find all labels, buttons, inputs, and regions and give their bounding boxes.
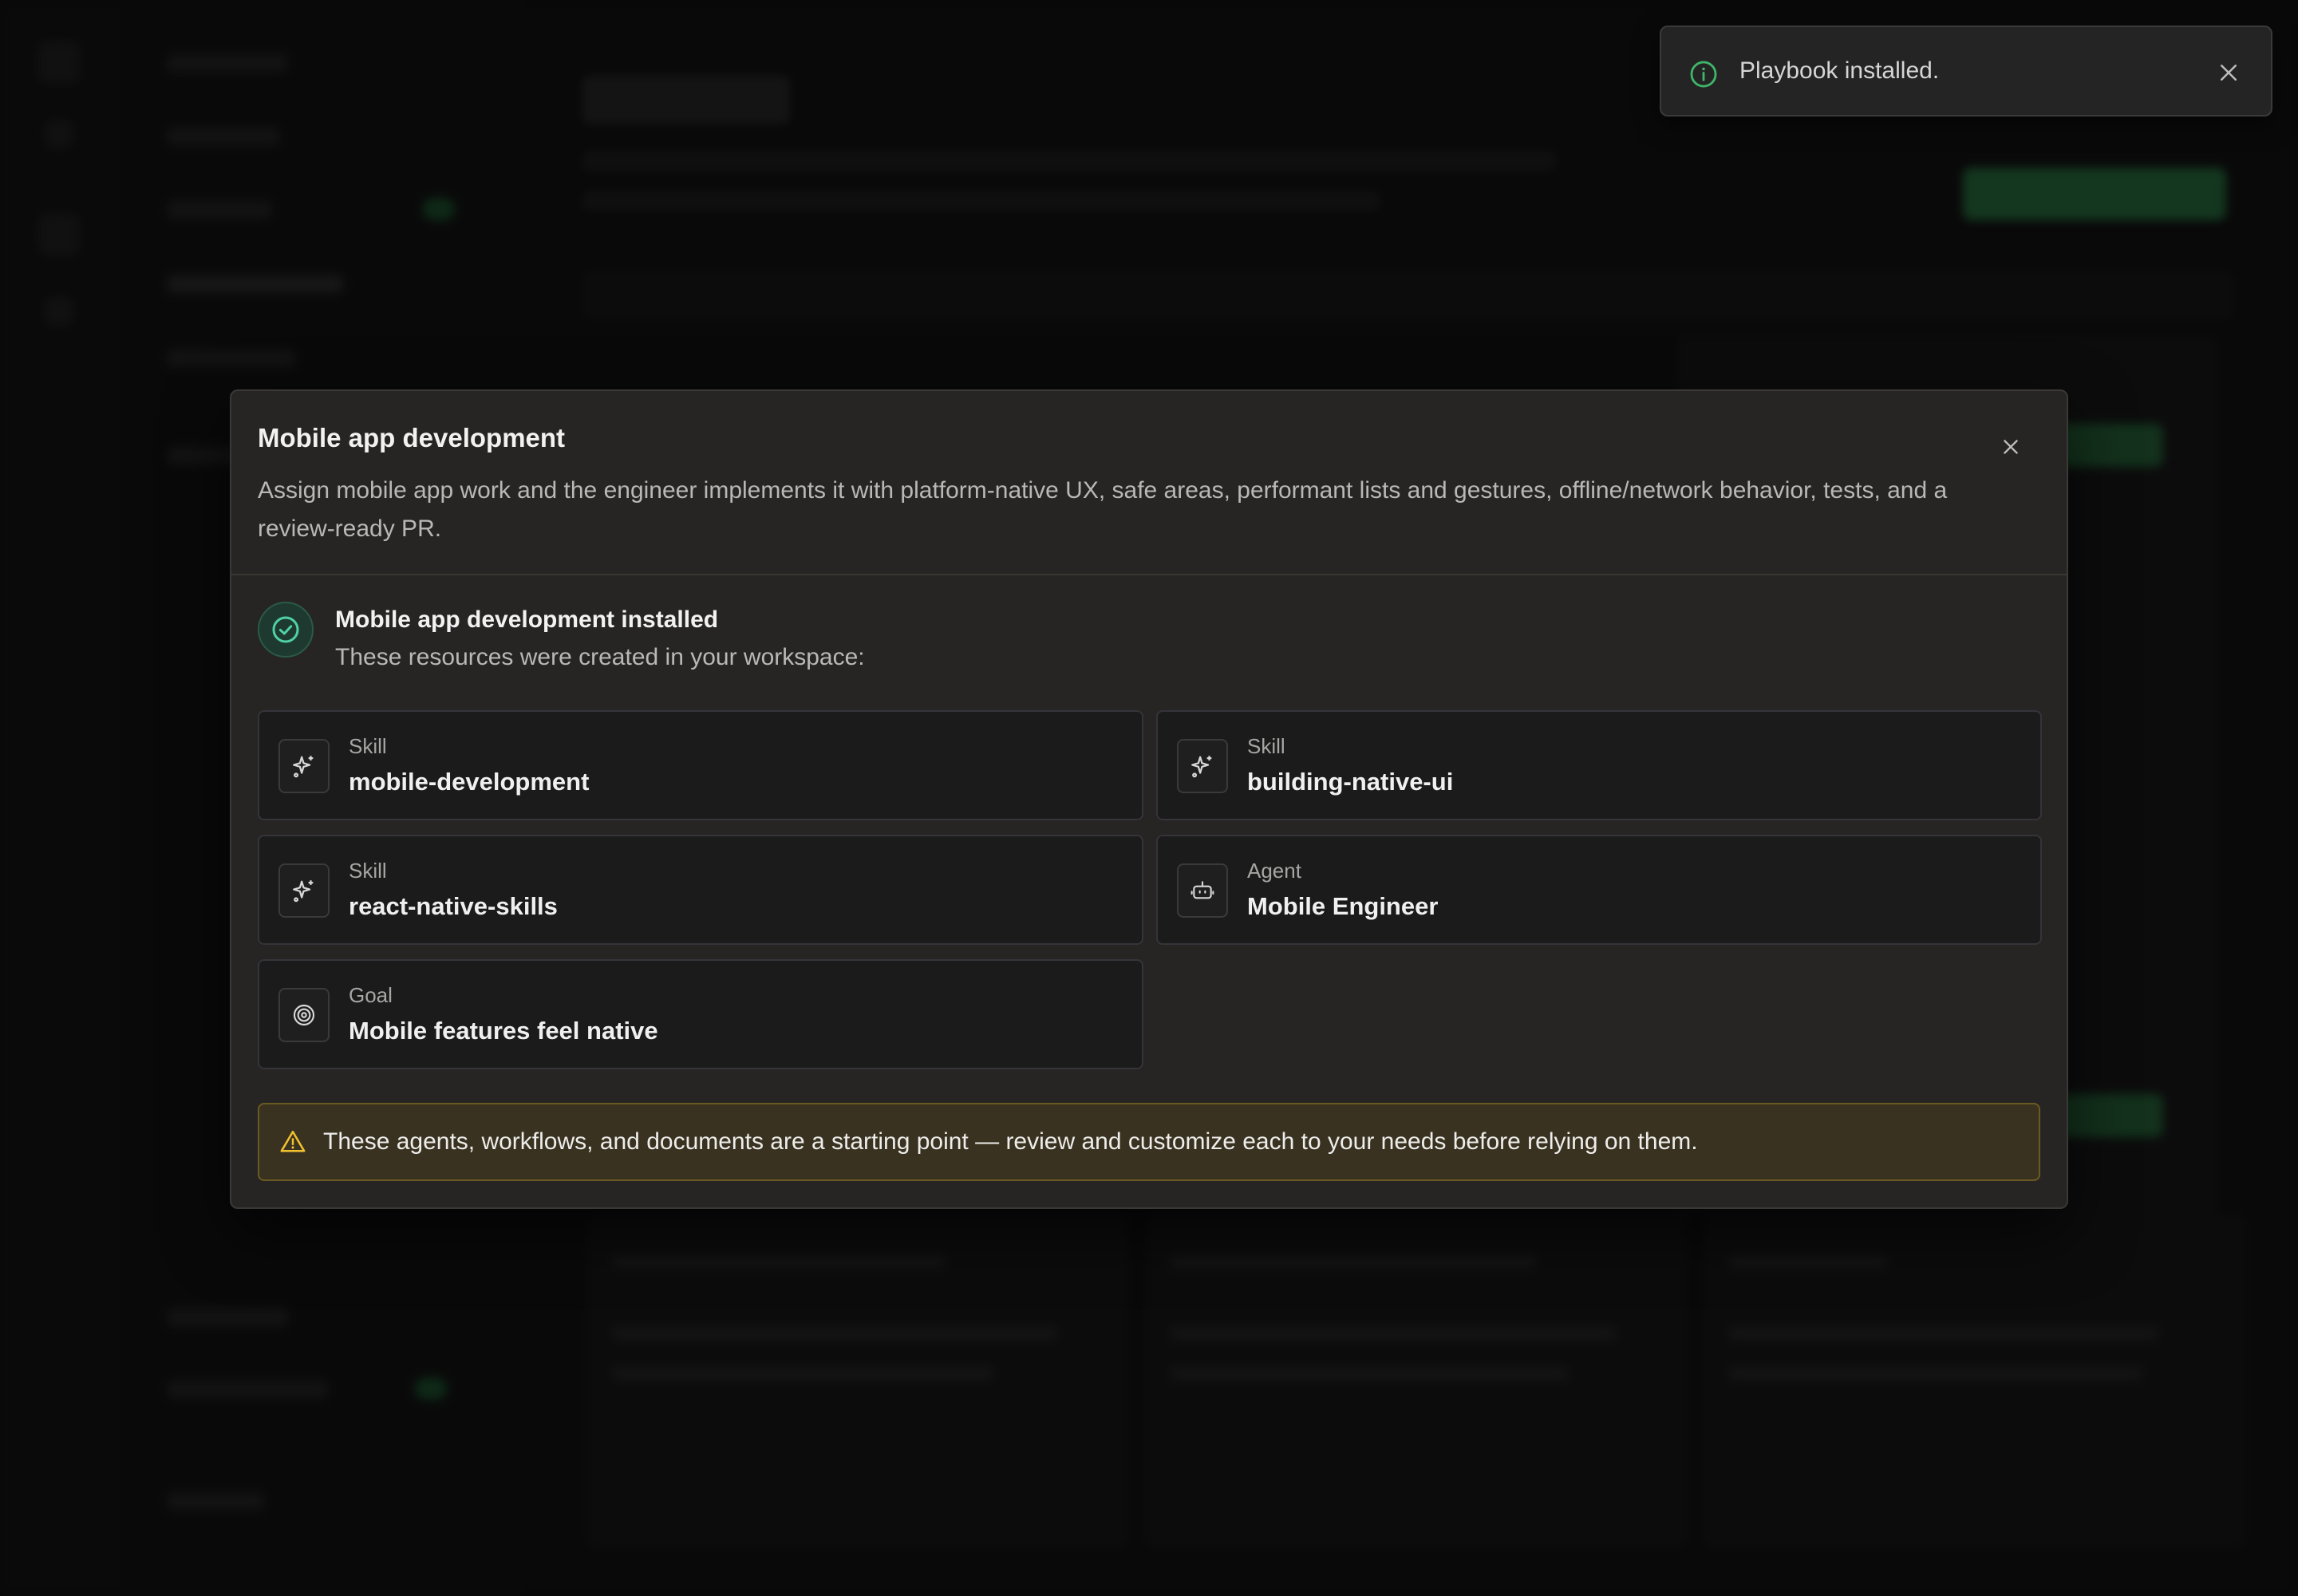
dialog-description: Assign mobile app work and the engineer … [258, 477, 1948, 542]
resource-card-goal[interactable]: Goal Mobile features feel native [258, 959, 1143, 1069]
resource-name: Mobile Engineer [1247, 892, 1439, 920]
warning-triangle-icon [280, 1130, 306, 1152]
success-subtitle: These resources were created in your wor… [335, 644, 865, 670]
resource-kind: Skill [1247, 734, 1285, 758]
resource-name: building-native-ui [1247, 768, 1454, 796]
dialog-header: Mobile app development Assign mobile app… [231, 391, 2067, 575]
success-title: Mobile app development installed [335, 606, 719, 633]
sparkles-icon [1177, 739, 1228, 793]
app-window: Mobile app development Assign mobile app… [0, 0, 2298, 1596]
resource-card-skill[interactable]: Skill react-native-skills [258, 835, 1143, 945]
resource-kind: Skill [349, 859, 387, 883]
playbook-installed-dialog: Mobile app development Assign mobile app… [230, 389, 2068, 1209]
info-icon [1690, 61, 1717, 88]
resource-card-skill[interactable]: Skill mobile-development [258, 710, 1143, 820]
robot-icon [1177, 863, 1228, 918]
resource-name: mobile-development [349, 768, 590, 796]
check-circle-icon [258, 602, 314, 658]
resource-kind: Skill [349, 734, 387, 758]
resource-kind: Goal [349, 983, 393, 1007]
resource-name: Mobile features feel native [349, 1017, 658, 1045]
close-icon [2004, 440, 2018, 454]
resource-card-agent[interactable]: Agent Mobile Engineer [1156, 835, 2042, 945]
close-icon [2221, 65, 2237, 81]
warning-text: These agents, workflows, and documents a… [323, 1128, 1698, 1155]
warning-banner: These agents, workflows, and documents a… [258, 1103, 2040, 1181]
resource-kind: Agent [1247, 859, 1301, 883]
dialog-title: Mobile app development [258, 423, 566, 452]
resource-card-skill[interactable]: Skill building-native-ui [1156, 710, 2042, 820]
toast-notification: Playbook installed. [1660, 26, 2272, 117]
sparkles-icon [278, 739, 330, 793]
resource-name: react-native-skills [349, 892, 558, 920]
sparkles-icon [278, 863, 330, 918]
toast-close-button[interactable] [2213, 57, 2244, 88]
toast-message: Playbook installed. [1739, 57, 1940, 84]
close-button[interactable] [1995, 431, 2027, 463]
target-icon [278, 988, 330, 1042]
